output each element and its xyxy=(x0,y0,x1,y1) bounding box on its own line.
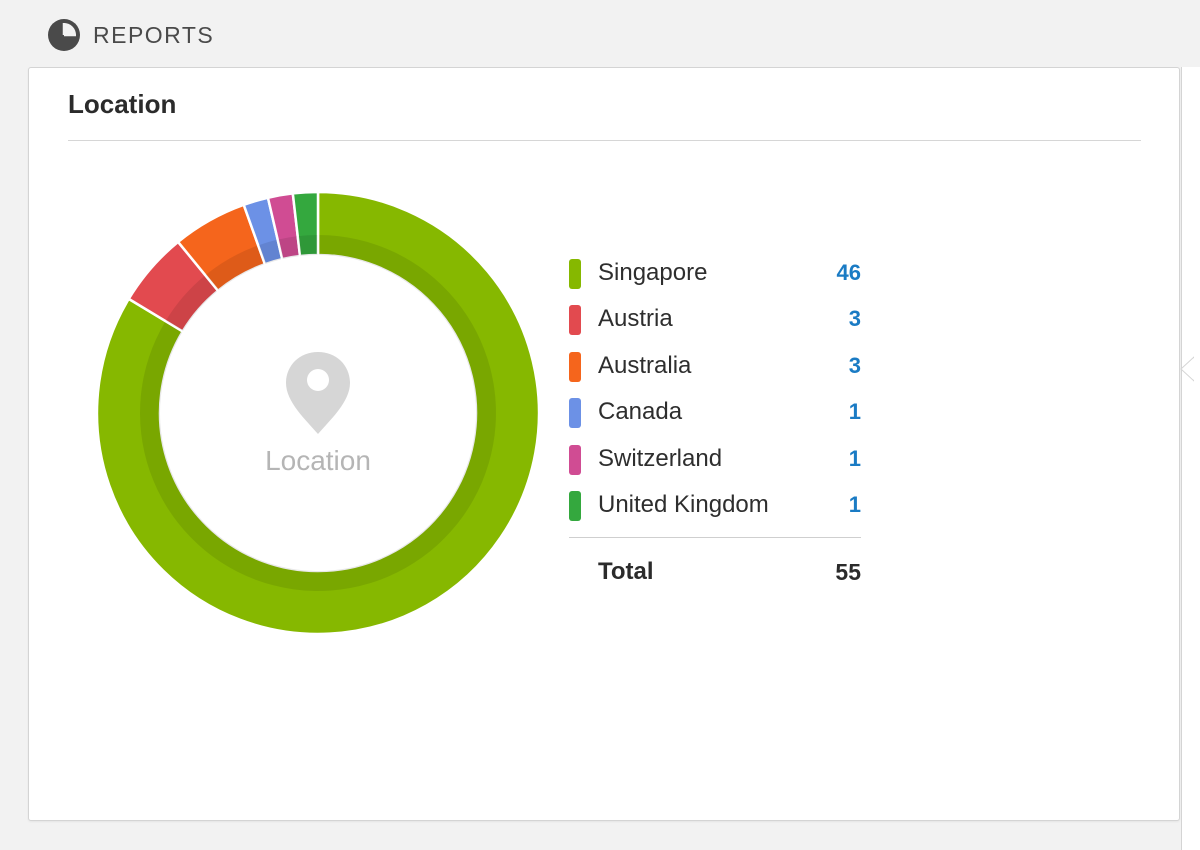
legend-item-canada[interactable]: Canada 1 xyxy=(569,395,861,441)
legend-value[interactable]: 1 xyxy=(849,397,861,427)
legend-label: United Kingdom xyxy=(598,490,769,518)
legend-label: Switzerland xyxy=(598,444,723,472)
side-panel-edge xyxy=(1181,67,1200,850)
legend-value[interactable]: 3 xyxy=(849,304,861,334)
legend-swatch xyxy=(569,351,581,382)
legend-label: Austria xyxy=(598,305,673,333)
panel-pointer xyxy=(1180,356,1194,382)
legend-item-australia[interactable]: Australia 3 xyxy=(569,349,861,395)
legend-item-united-kingdom[interactable]: United Kingdom 1 xyxy=(569,488,861,534)
donut-slice-shadow-united-kingdom xyxy=(298,235,318,256)
legend-item-switzerland[interactable]: Switzerland 1 xyxy=(569,442,861,488)
legend-label: Australia xyxy=(598,351,692,379)
legend-divider xyxy=(569,537,861,538)
legend-item-austria[interactable]: Austria 3 xyxy=(569,302,861,348)
legend-item-singapore[interactable]: Singapore 46 xyxy=(569,256,861,302)
legend-label: Canada xyxy=(598,398,683,426)
legend-swatch xyxy=(569,444,581,475)
legend-value[interactable]: 46 xyxy=(837,258,861,288)
reports-title: REPORTS xyxy=(93,22,215,48)
title-divider xyxy=(68,140,1141,141)
location-pin-icon xyxy=(286,352,350,434)
pie-chart-icon xyxy=(48,19,80,51)
legend-swatch xyxy=(569,490,581,521)
total-value: 55 xyxy=(835,559,861,585)
legend-swatch xyxy=(569,398,581,429)
legend-value[interactable]: 1 xyxy=(849,490,861,520)
legend-swatch xyxy=(569,259,581,289)
legend-value[interactable]: 3 xyxy=(849,351,861,381)
card-title: Location xyxy=(68,89,177,119)
reports-header: REPORTS xyxy=(0,0,1200,66)
legend-label: Singapore xyxy=(598,259,708,286)
legend-swatch xyxy=(569,305,581,336)
legend-value[interactable]: 1 xyxy=(849,444,861,474)
donut-center-label: Location xyxy=(265,445,371,476)
total-label: Total xyxy=(598,558,654,585)
chart-legend: Singapore 46 Austria 3 Australia 3 Canada 1 Swit… xyxy=(569,256,861,534)
